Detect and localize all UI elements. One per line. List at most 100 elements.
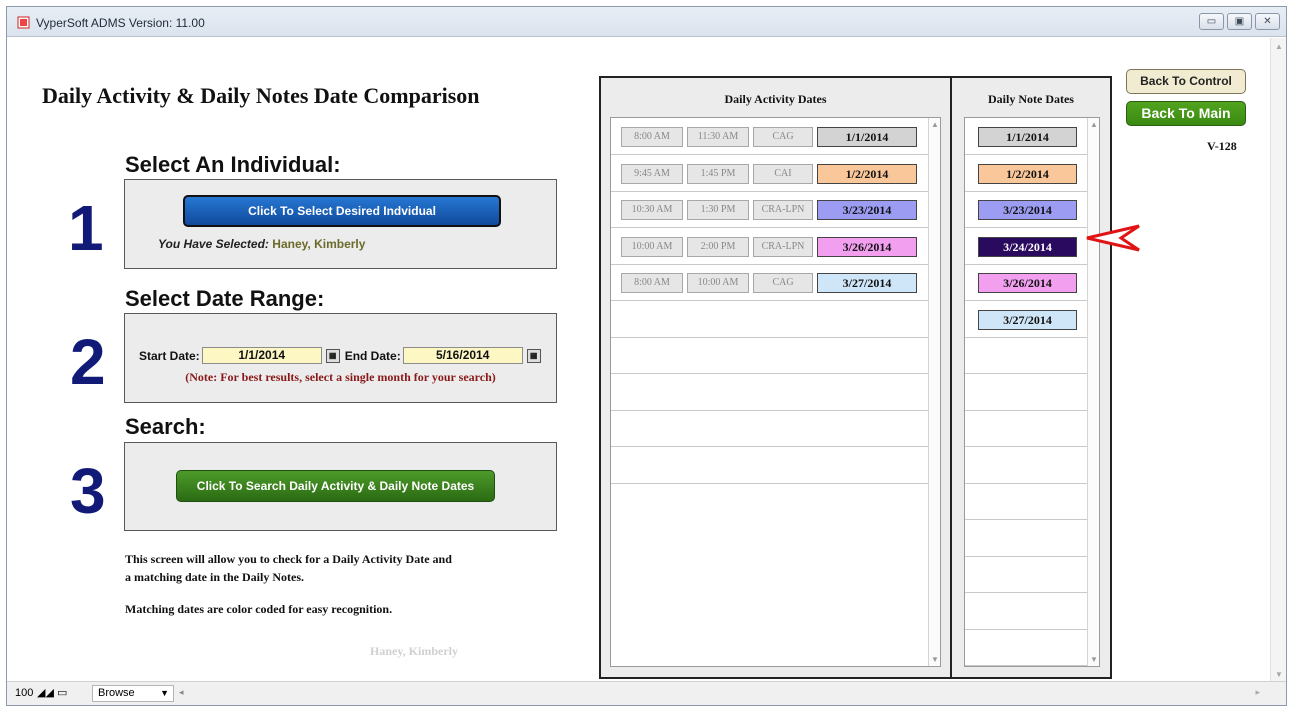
description-line-3: Matching dates are color coded for easy …	[125, 602, 393, 616]
title-bar: VyperSoft ADMS Version: 11.00 ▭ ▣ ✕	[7, 7, 1286, 37]
start-time: 9:45 AM	[621, 163, 683, 184]
note-row[interactable]: 1/2/2014	[965, 155, 1087, 192]
note-row[interactable]	[965, 629, 1087, 666]
minimize-button[interactable]: ▭	[1199, 13, 1224, 30]
mode-select[interactable]: Browse ▼	[92, 685, 174, 702]
calendar-icon[interactable]: ▦	[526, 348, 541, 363]
step2-number: 2	[70, 326, 106, 398]
note-row[interactable]	[965, 520, 1087, 557]
watermark-name: Haney, Kimberly	[370, 644, 458, 658]
activity-row[interactable]: 9:45 AM 1:45 PM CAI 1/2/2014	[611, 155, 929, 192]
start-time: 8:00 AM	[621, 273, 683, 293]
notes-panel-title: Daily Note Dates	[988, 92, 1074, 106]
activity-row[interactable]: 8:00 AM 11:30 AM CAG 1/1/2014	[611, 118, 929, 155]
note-date: 3/23/2014	[978, 200, 1077, 220]
status-bar: 100 ◢◢ ▭ Browse ▼ ◂ ▸	[7, 681, 1286, 705]
end-time: 10:00 AM	[687, 273, 749, 293]
end-time: 1:45 PM	[687, 163, 749, 184]
scroll-up-icon[interactable]: ▲	[1275, 42, 1283, 51]
activity-row[interactable]	[611, 447, 929, 484]
note-row[interactable]	[965, 556, 1087, 593]
vertical-scrollbar[interactable]: ▲ ▼	[1270, 38, 1286, 683]
app-window: VyperSoft ADMS Version: 11.00 ▭ ▣ ✕ Dail…	[6, 6, 1287, 706]
activity-list[interactable]: 8:00 AM 11:30 AM CAG 1/1/2014 9:45 AM 1:45 PM…	[610, 117, 941, 667]
end-time: 1:30 PM	[687, 200, 749, 220]
note-date: 3/26/2014	[978, 273, 1077, 293]
activity-row[interactable]	[611, 301, 929, 338]
note-row[interactable]: 3/24/2014	[965, 228, 1087, 265]
scroll-left-icon[interactable]: ◂	[179, 687, 184, 698]
scroll-right-icon[interactable]: ▸	[1255, 687, 1260, 698]
activity-panel: Daily Activity Dates 8:00 AM 11:30 AM CAG 1…	[599, 76, 952, 679]
note-row[interactable]: 3/26/2014	[965, 264, 1087, 301]
activity-row[interactable]: 10:30 AM 1:30 PM CRA-LPN 3/23/2014	[611, 191, 929, 228]
step2-box: Start Date: 1/1/2014 ▦ End Date: 5/16/20…	[124, 313, 557, 403]
scroll-down-icon[interactable]: ▼	[1275, 670, 1283, 679]
description-line-2: a matching date in the Daily Notes.	[125, 570, 304, 584]
note-row[interactable]	[965, 337, 1087, 374]
service-type: CAG	[753, 273, 813, 293]
note-row[interactable]	[965, 410, 1087, 447]
end-date-field[interactable]: 5/16/2014	[402, 347, 523, 364]
search-dates-button[interactable]: Click To Search Daily Activity & Daily N…	[176, 470, 495, 502]
start-date-field[interactable]: 1/1/2014	[201, 347, 322, 364]
note-row[interactable]	[965, 447, 1087, 484]
window-title: VyperSoft ADMS Version: 11.00	[36, 16, 205, 30]
calendar-icon[interactable]: ▦	[325, 348, 340, 363]
activity-list-scrollbar[interactable]: ▲ ▼	[928, 118, 940, 666]
mode-select-value: Browse	[98, 687, 135, 699]
scroll-up-icon[interactable]: ▲	[931, 120, 939, 129]
scroll-up-icon[interactable]: ▲	[1090, 120, 1098, 129]
note-row[interactable]: 3/27/2014	[965, 301, 1087, 338]
zoom-level[interactable]: 100	[15, 687, 33, 699]
app-icon	[17, 16, 30, 29]
activity-date: 3/23/2014	[817, 200, 917, 220]
start-time: 10:30 AM	[621, 200, 683, 220]
service-type: CAG	[753, 127, 813, 147]
note-date: 1/1/2014	[978, 127, 1077, 147]
selected-name: Haney, Kimberly	[272, 237, 366, 251]
note-row[interactable]	[965, 374, 1087, 411]
end-date-label: End Date:	[344, 348, 401, 363]
end-time: 11:30 AM	[687, 127, 749, 147]
note-date: 3/27/2014	[978, 309, 1077, 330]
start-date-label: Start Date:	[139, 348, 200, 363]
activity-row[interactable]	[611, 374, 929, 411]
notes-list-scrollbar[interactable]: ▲ ▼	[1087, 118, 1099, 666]
page-title: Daily Activity & Daily Notes Date Compar…	[42, 83, 480, 108]
note-row[interactable]	[965, 593, 1087, 630]
activity-row[interactable]: 10:00 AM 2:00 PM CRA-LPN 3/26/2014	[611, 228, 929, 265]
start-time: 8:00 AM	[621, 127, 683, 147]
note-row[interactable]	[965, 483, 1087, 520]
chevron-down-icon: ▼	[160, 688, 169, 698]
activity-date: 1/2/2014	[817, 163, 917, 184]
selected-individual: You Have Selected: Haney, Kimberly	[158, 237, 365, 251]
step1-box: Click To Select Desired Indvidual You Ha…	[124, 179, 557, 269]
start-time: 10:00 AM	[621, 236, 683, 257]
service-type: CAI	[753, 163, 813, 184]
activity-date: 3/27/2014	[817, 273, 917, 293]
notes-list[interactable]: 1/1/2014 1/2/2014 3/23/2014 3/24/2014 3/26/2…	[964, 117, 1100, 667]
step1-number: 1	[68, 192, 104, 264]
note-row[interactable]: 1/1/2014	[965, 118, 1087, 155]
date-range-note: (Note: For best results, select a single…	[185, 370, 496, 384]
zoom-controls-icon[interactable]: ◢◢ ▭	[37, 686, 67, 699]
main-content: Daily Activity & Daily Notes Date Compar…	[7, 38, 1272, 683]
red-arrow-icon	[1086, 224, 1140, 252]
scroll-down-icon[interactable]: ▼	[1090, 655, 1098, 664]
maximize-button[interactable]: ▣	[1227, 13, 1252, 30]
activity-date: 3/26/2014	[817, 236, 917, 257]
close-button[interactable]: ✕	[1255, 13, 1280, 30]
note-row[interactable]: 3/23/2014	[965, 191, 1087, 228]
back-to-control-button[interactable]: Back To Control	[1126, 69, 1246, 94]
version-label: V-128	[1207, 139, 1237, 153]
activity-date: 1/1/2014	[817, 127, 917, 147]
step3-box: Click To Search Daily Activity & Daily N…	[124, 442, 557, 531]
note-date: 3/24/2014	[978, 236, 1077, 257]
activity-row[interactable]	[611, 337, 929, 374]
select-individual-button[interactable]: Click To Select Desired Indvidual	[183, 195, 501, 227]
activity-row[interactable]: 8:00 AM 10:00 AM CAG 3/27/2014	[611, 264, 929, 301]
back-to-main-button[interactable]: Back To Main	[1126, 101, 1246, 126]
scroll-down-icon[interactable]: ▼	[931, 655, 939, 664]
activity-row[interactable]	[611, 410, 929, 447]
